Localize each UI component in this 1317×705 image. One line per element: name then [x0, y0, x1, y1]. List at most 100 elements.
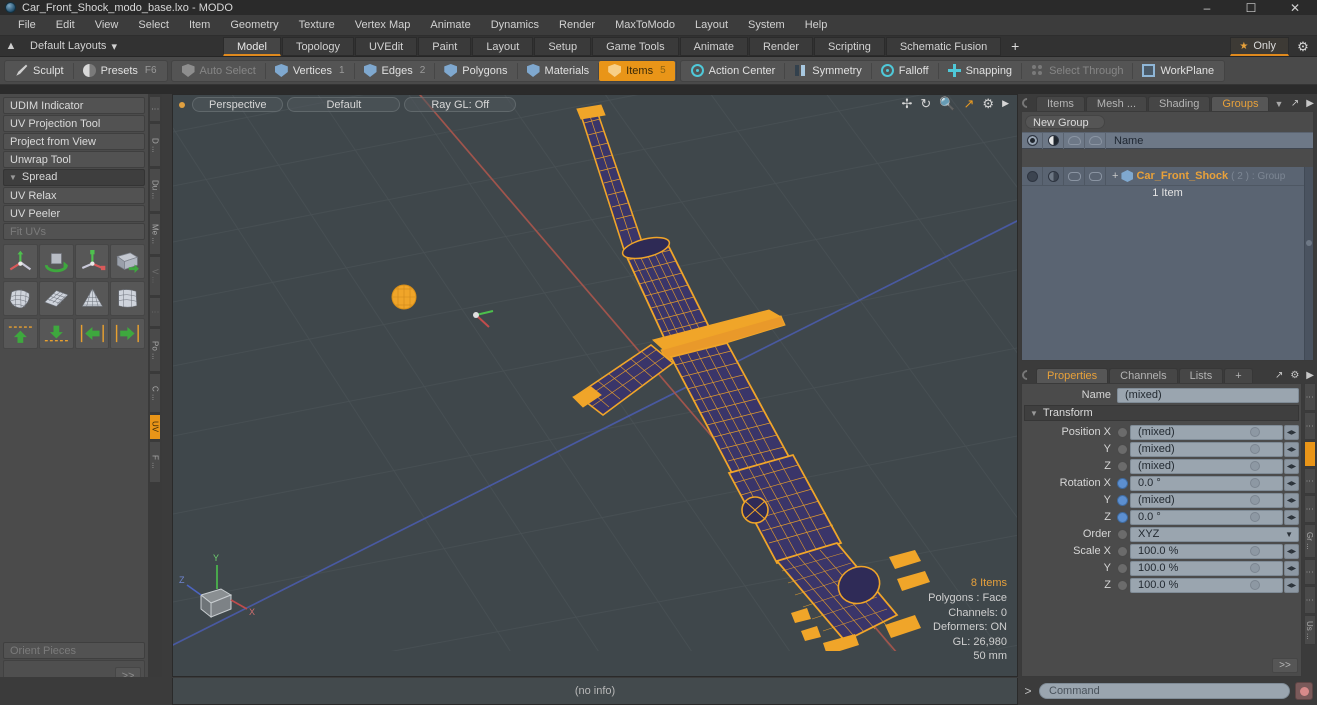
layout-tab-layout[interactable]: Layout: [472, 36, 534, 56]
row-eye-icon[interactable]: [1022, 166, 1043, 186]
menu-item-layout[interactable]: Layout: [685, 15, 738, 36]
expand-icon[interactable]: ↗: [1291, 98, 1299, 109]
property-reset-dot[interactable]: [1250, 495, 1260, 505]
minimize-button[interactable]: –: [1185, 0, 1229, 15]
left-vtab-7[interactable]: C ...: [149, 373, 161, 413]
new-group-button[interactable]: New Group: [1025, 115, 1105, 129]
property-reset-dot[interactable]: [1250, 512, 1260, 522]
layout-tab-paint[interactable]: Paint: [418, 36, 472, 56]
gear-icon[interactable]: ⚙: [1289, 39, 1317, 55]
groups-tab-groups[interactable]: Groups: [1211, 96, 1270, 111]
tool-button-unwrap-tool[interactable]: Unwrap Tool: [3, 151, 145, 168]
mode-button-materials[interactable]: Materials: [518, 61, 599, 81]
properties-expand-button[interactable]: >>: [1272, 658, 1298, 673]
panel-menu-icon[interactable]: [1019, 95, 1035, 111]
left-vtab-0[interactable]: ⋮: [149, 96, 161, 122]
right-vtab-4[interactable]: ⋮: [1303, 495, 1316, 523]
viewport-3d[interactable]: Y X Z Perspective Default Ray GL: Off ✢ …: [172, 94, 1018, 677]
property-value-field[interactable]: XYZ ▼: [1130, 526, 1299, 542]
menu-item-system[interactable]: System: [738, 15, 795, 36]
uv-align-right-icon[interactable]: [110, 318, 145, 349]
layout-tab-render[interactable]: Render: [748, 36, 814, 56]
row-render-icon[interactable]: [1043, 166, 1064, 186]
property-spinner[interactable]: ◀▶: [1284, 458, 1299, 474]
property-reset-dot[interactable]: [1250, 461, 1260, 471]
property-reset-dot[interactable]: [1250, 546, 1260, 556]
tool-button-project-from-view[interactable]: Project from View: [3, 133, 145, 150]
uv-align-left-icon[interactable]: [74, 318, 110, 349]
property-key-toggle[interactable]: [1117, 443, 1128, 455]
right-vtab-3[interactable]: ⋮: [1303, 468, 1316, 494]
record-icon[interactable]: [1295, 682, 1313, 700]
property-value-field[interactable]: (mixed): [1130, 458, 1283, 474]
uv-align-up-icon[interactable]: [3, 318, 38, 349]
viewport-raygl-tag[interactable]: Ray GL: Off: [404, 97, 517, 112]
orient-pieces-button[interactable]: Orient Pieces: [3, 642, 145, 659]
uv-cube-unwrap-icon[interactable]: [110, 281, 145, 316]
property-spinner[interactable]: ◀▶: [1284, 509, 1299, 525]
menu-item-animate[interactable]: Animate: [420, 15, 480, 36]
chevron-down-icon[interactable]: ▼: [1274, 99, 1283, 109]
tool-button-uv-peeler[interactable]: UV Peeler: [3, 205, 145, 222]
left-vtab-2[interactable]: Du ...: [149, 168, 161, 212]
layout-tab-uvedit[interactable]: UVEdit: [354, 36, 418, 56]
mode-button-presets[interactable]: Presets F6: [74, 61, 166, 81]
uv-align-down-icon[interactable]: [38, 318, 74, 349]
mode-button-workplane[interactable]: WorkPlane: [1133, 61, 1223, 81]
mode-button-falloff[interactable]: Falloff: [872, 61, 938, 81]
property-key-toggle[interactable]: [1117, 579, 1128, 591]
left-vtab-1[interactable]: D ...: [149, 123, 161, 167]
viewport-projection-tag[interactable]: Perspective: [192, 97, 284, 112]
property-value-field[interactable]: (mixed): [1130, 441, 1283, 457]
properties-tab-properties[interactable]: Properties: [1036, 368, 1109, 383]
menu-item-texture[interactable]: Texture: [289, 15, 345, 36]
expand-toggle[interactable]: +: [1112, 170, 1118, 182]
left-vtab-5[interactable]: ⋮: [149, 297, 161, 327]
groups-tab-mesh-[interactable]: Mesh ...: [1085, 96, 1148, 111]
fit-icon[interactable]: ↗: [964, 97, 975, 110]
property-spinner[interactable]: ◀▶: [1284, 560, 1299, 576]
mode-button-items[interactable]: Items 5: [599, 60, 675, 81]
row-lock-icon[interactable]: [1064, 166, 1085, 186]
property-spinner[interactable]: ◀▶: [1284, 475, 1299, 491]
uv-sphere-unwrap-icon[interactable]: [3, 281, 38, 316]
transform-section-header[interactable]: ▼ Transform: [1024, 405, 1299, 421]
eye-icon[interactable]: [1022, 132, 1043, 149]
tool-button-udim-indicator[interactable]: UDIM Indicator: [3, 97, 145, 114]
property-spinner[interactable]: ◀▶: [1284, 441, 1299, 457]
property-reset-dot[interactable]: [1250, 580, 1260, 590]
gear-icon[interactable]: ⚙: [1290, 370, 1299, 381]
layout-select[interactable]: Default Layouts ▾: [22, 36, 125, 57]
property-value-field[interactable]: 0.0 °: [1130, 475, 1283, 491]
layout-tab-model[interactable]: Model: [222, 36, 281, 56]
layout-tab-scripting[interactable]: Scripting: [814, 36, 885, 56]
layout-tab-schematic-fusion[interactable]: Schematic Fusion: [885, 36, 1002, 56]
uv-planar-unwrap-icon[interactable]: [38, 281, 74, 316]
properties-tab-+[interactable]: +: [1224, 368, 1253, 383]
right-vtab-0[interactable]: ⋮: [1303, 383, 1316, 411]
left-vtab-3[interactable]: Me ...: [149, 213, 161, 255]
mode-button-select-through[interactable]: Select Through: [1022, 61, 1132, 81]
chevron-right-icon[interactable]: ▶: [1306, 370, 1314, 381]
chevron-right-icon[interactable]: ▶: [1306, 98, 1314, 109]
viewport-canvas[interactable]: Y X Z: [173, 95, 1018, 651]
home-icon[interactable]: ▲: [0, 40, 22, 52]
viewport-style-tag[interactable]: Default: [287, 97, 401, 112]
mode-button-auto-select[interactable]: Auto Select: [173, 61, 265, 81]
property-key-toggle[interactable]: [1117, 426, 1128, 438]
uv-cone-unwrap-icon[interactable]: [74, 281, 110, 316]
menu-item-geometry[interactable]: Geometry: [220, 15, 288, 36]
tool-button-uv-relax[interactable]: UV Relax: [3, 187, 145, 204]
mode-button-sculpt[interactable]: Sculpt: [6, 61, 73, 81]
rotate-icon[interactable]: ↻: [920, 97, 931, 110]
tool-button-uv-projection-tool[interactable]: UV Projection Tool: [3, 115, 145, 132]
menu-item-edit[interactable]: Edit: [46, 15, 85, 36]
expand-icon[interactable]: ↗: [1275, 370, 1283, 381]
right-vtab-5[interactable]: Gr ...: [1303, 524, 1316, 558]
left-vtab-6[interactable]: Po ...: [149, 328, 161, 372]
render-icon[interactable]: [1043, 132, 1064, 149]
property-value-field[interactable]: 100.0 %: [1130, 577, 1283, 593]
name-field[interactable]: (mixed): [1117, 387, 1299, 403]
right-vtab-2[interactable]: [1303, 441, 1316, 467]
uv-scale-icon[interactable]: [74, 244, 110, 279]
